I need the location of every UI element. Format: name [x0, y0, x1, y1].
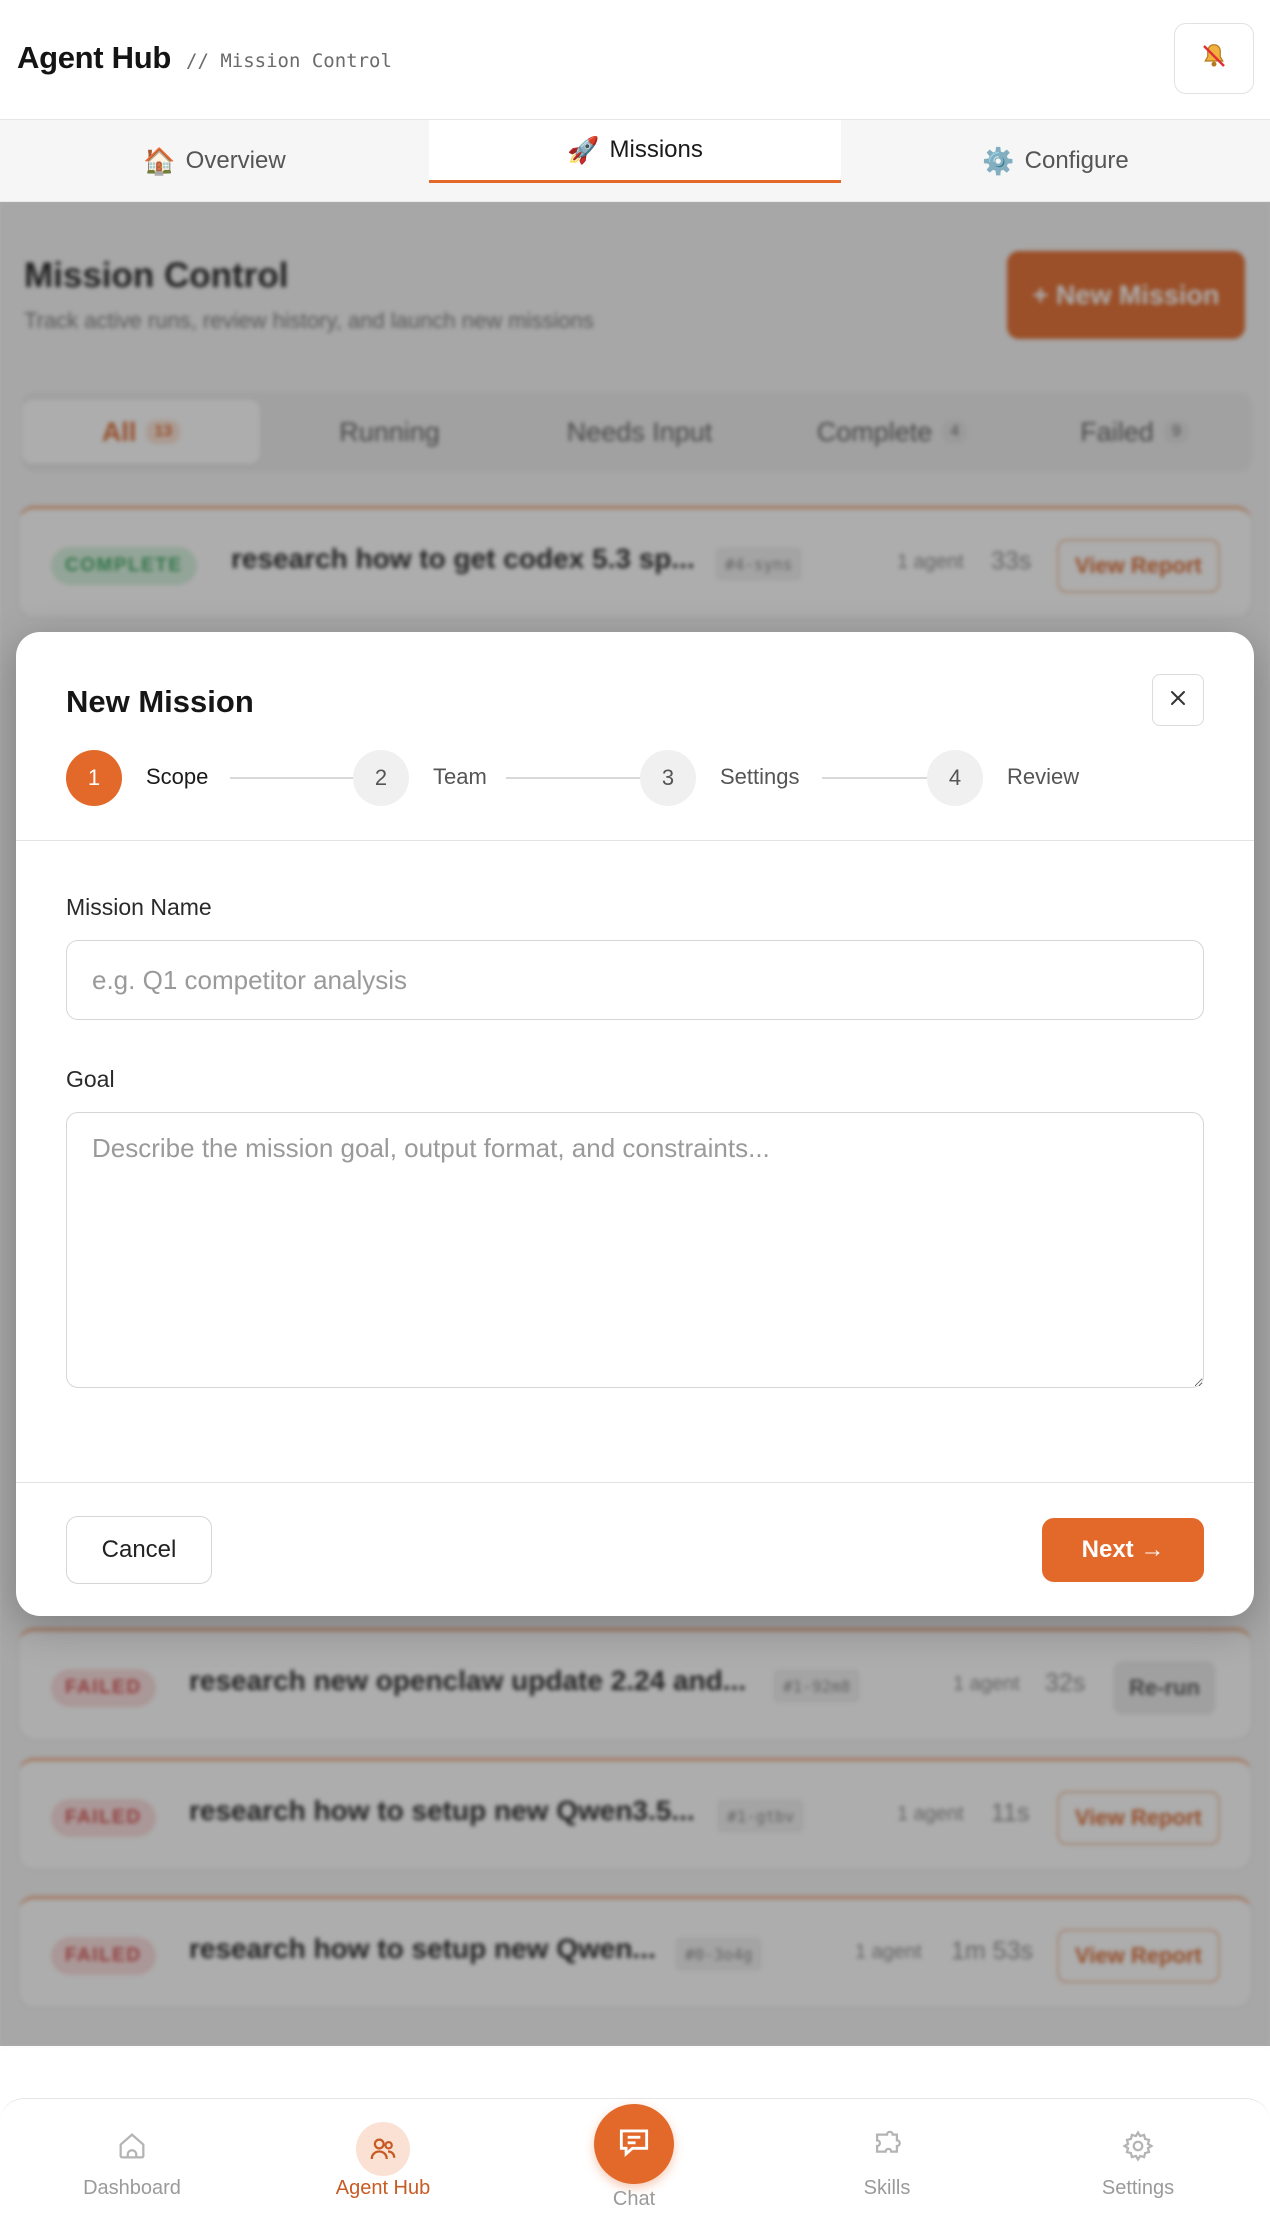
app-title: Agent Hub — [17, 40, 171, 75]
tab-configure[interactable]: ⚙️ Configure — [841, 120, 1270, 202]
step-3-label: Settings — [720, 764, 800, 789]
step-4-label: Review — [1007, 764, 1080, 789]
close-icon — [1168, 688, 1188, 713]
nav-dashboard-label: Dashboard — [83, 2177, 181, 2199]
puzzle-icon — [870, 2129, 904, 2169]
mission-name-input[interactable] — [66, 940, 1204, 1020]
step-connector — [822, 777, 928, 779]
nav-chat-button[interactable] — [594, 2104, 674, 2184]
step-3-indicator: 3 — [640, 750, 696, 806]
step-4-indicator: 4 — [927, 750, 983, 806]
top-bar: Agent Hub // Mission Control — [0, 0, 1270, 120]
nav-chat-label: Chat — [612, 2188, 656, 2210]
nav-skills[interactable]: Skills — [807, 2125, 967, 2200]
tab-overview[interactable]: 🏠 Overview — [0, 120, 429, 202]
notifications-button[interactable] — [1174, 23, 1254, 94]
step-connector — [506, 777, 641, 779]
goal-textarea[interactable] — [66, 1112, 1204, 1388]
nav-dashboard[interactable]: Dashboard — [52, 2125, 212, 2200]
app-subtitle: // Mission Control — [186, 50, 392, 72]
nav-agent-hub[interactable]: Agent Hub — [303, 2122, 463, 2200]
home-icon — [115, 2129, 149, 2169]
section-tabs: 🏠 Overview 🚀 Missions ⚙️ Configure — [0, 120, 1270, 202]
step-connector — [230, 777, 354, 779]
gear-icon — [1121, 2129, 1155, 2169]
divider — [16, 1482, 1254, 1483]
rocket-icon: 🚀 — [567, 134, 600, 165]
goal-label: Goal — [66, 1066, 115, 1092]
nav-settings-label: Settings — [1101, 2177, 1175, 2199]
close-button[interactable] — [1152, 674, 1204, 726]
nav-agent-hub-label: Agent Hub — [335, 2177, 431, 2199]
gear-icon: ⚙️ — [982, 145, 1015, 176]
step-1-indicator: 1 — [66, 750, 122, 806]
wizard-stepper: 1 Scope 2 Team 3 Settings 4 Review — [66, 750, 1116, 806]
house-icon: 🏠 — [143, 145, 176, 176]
tab-missions[interactable]: 🚀 Missions — [429, 120, 841, 183]
chat-icon — [615, 2123, 653, 2166]
divider — [16, 840, 1254, 841]
bell-off-icon — [1199, 41, 1229, 76]
nav-skills-label: Skills — [863, 2177, 911, 2199]
mission-name-label: Mission Name — [66, 894, 212, 920]
tab-overview-label: Overview — [185, 147, 286, 174]
new-mission-dialog: New Mission 1 Scope 2 Team 3 Settings 4 … — [16, 632, 1254, 1616]
step-2-label: Team — [433, 764, 487, 789]
step-1-label: Scope — [146, 764, 209, 789]
tab-configure-label: Configure — [1024, 147, 1129, 174]
dialog-title: New Mission — [66, 684, 254, 719]
tab-missions-label: Missions — [609, 136, 703, 163]
step-2-indicator: 2 — [353, 750, 409, 806]
cancel-button[interactable]: Cancel — [66, 1516, 212, 1584]
nav-settings[interactable]: Settings — [1058, 2125, 1218, 2200]
users-icon — [356, 2122, 410, 2176]
next-button[interactable]: Next → — [1042, 1518, 1204, 1582]
